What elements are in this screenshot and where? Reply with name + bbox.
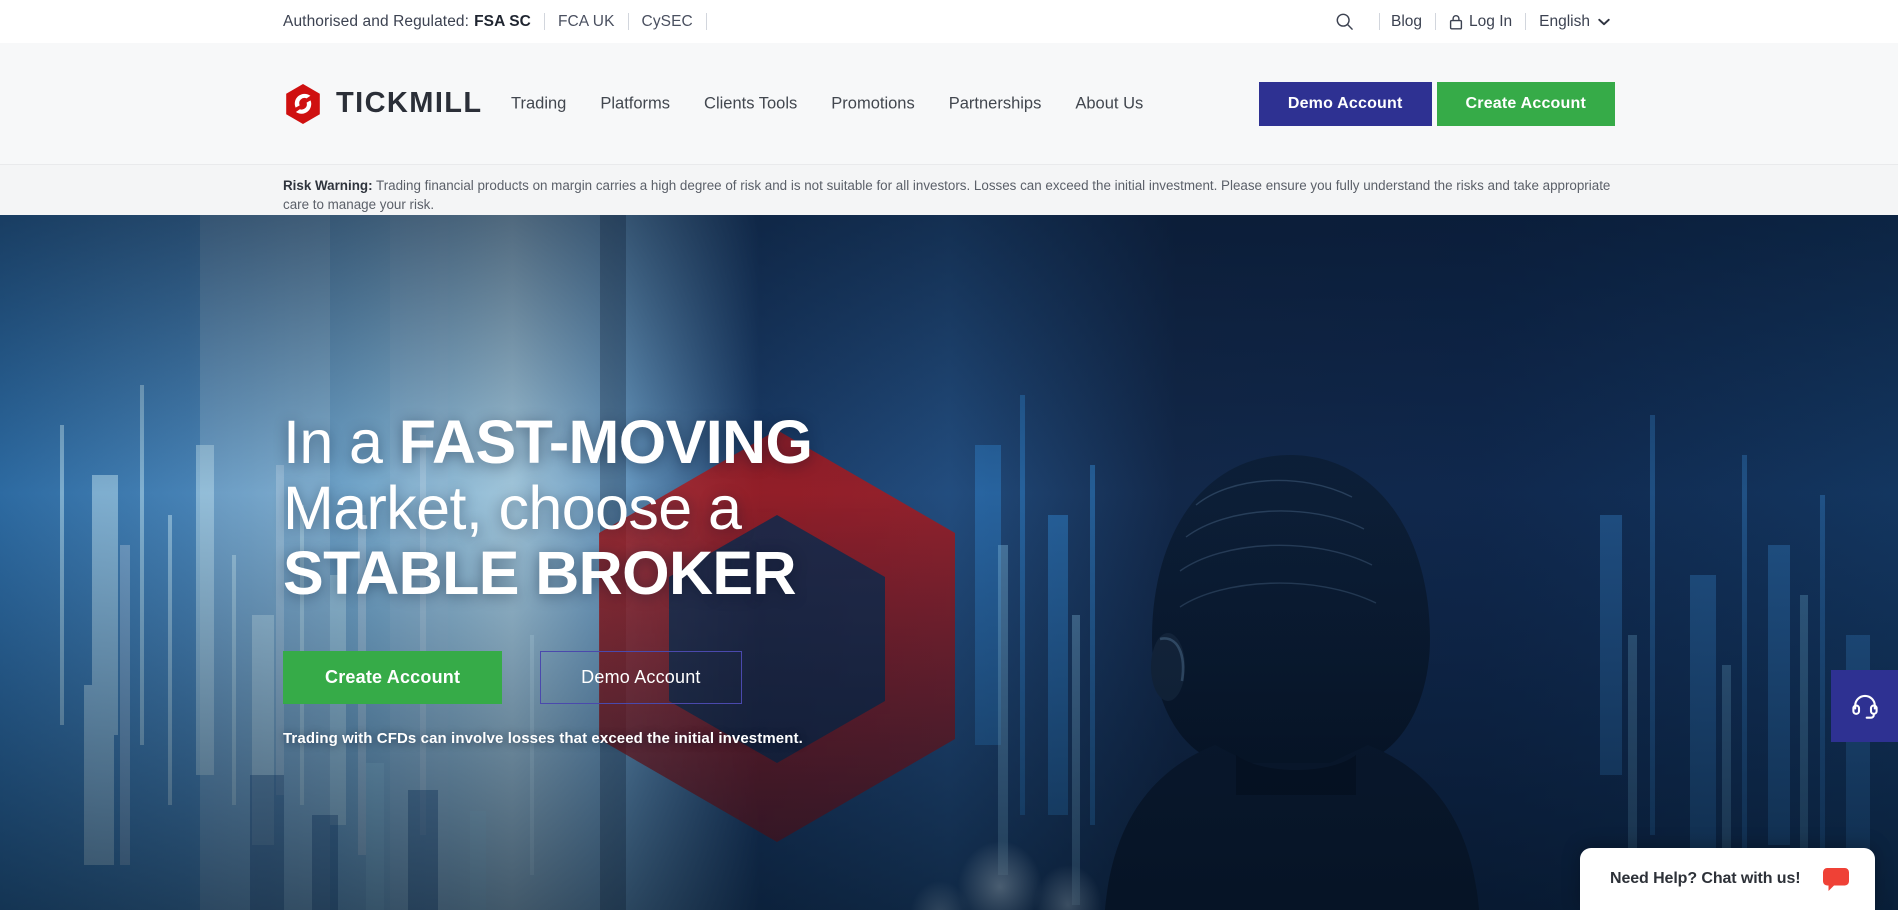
nav-item-platforms[interactable]: Platforms <box>583 86 687 121</box>
tickmill-logo[interactable]: TICKMILL <box>283 83 483 125</box>
chat-widget[interactable]: Need Help? Chat with us! <box>1580 848 1875 910</box>
hero-create-account-button[interactable]: Create Account <box>283 650 503 704</box>
login-button[interactable]: Log In <box>1449 13 1512 31</box>
regulator-primary: FSA SC <box>474 12 531 30</box>
nav-item-about-us[interactable]: About Us <box>1058 86 1160 121</box>
risk-warning-title: Risk Warning: <box>283 178 373 193</box>
chat-bubble-icon <box>1822 866 1850 892</box>
regulation-info: Authorised and Regulated: FSA SC FCA UK … <box>283 0 720 43</box>
support-tab-button[interactable] <box>1831 670 1898 742</box>
chat-widget-label: Need Help? Chat with us! <box>1610 870 1801 887</box>
separator <box>705 13 707 30</box>
hero-section: In a FAST-MOVING Market, choose a STABLE… <box>0 215 1898 910</box>
hero-content: In a FAST-MOVING Market, choose a STABLE… <box>283 408 813 747</box>
top-utility-bar: Authorised and Regulated: FSA SC FCA UK … <box>0 0 1898 43</box>
hero-headline-line-3: STABLE BROKER <box>283 539 797 608</box>
hero-headline-line-2: Market, choose a <box>283 473 742 542</box>
search-icon[interactable] <box>1335 12 1354 31</box>
hero-headline-line-1: In a FAST-MOVING <box>283 408 813 476</box>
hero-headline: In a FAST-MOVING Market, choose a STABLE… <box>283 408 813 608</box>
separator <box>1379 13 1381 30</box>
hero-headline-part-light-1: In a <box>283 408 399 476</box>
top-utility-actions: Blog Log In English <box>1335 0 1610 43</box>
regulator-cysec: CySEC <box>641 12 693 30</box>
separator <box>627 13 629 30</box>
header-demo-account-button[interactable]: Demo Account <box>1258 81 1432 126</box>
page-root: Authorised and Regulated: FSA SC FCA UK … <box>0 0 1898 910</box>
tickmill-hexagon-logo-icon <box>283 83 323 125</box>
regulation-label: Authorised and Regulated: <box>283 12 470 30</box>
lock-icon <box>1449 14 1463 30</box>
separator <box>1435 13 1437 30</box>
header-actions: Demo Account Create Account <box>1258 81 1615 126</box>
nav-item-partnerships[interactable]: Partnerships <box>932 86 1059 121</box>
hero-headline-part-bold-1: FAST-MOVING <box>398 408 813 476</box>
header-create-account-button[interactable]: Create Account <box>1436 81 1615 126</box>
risk-warning-body: Trading financial products on margin car… <box>283 178 1611 212</box>
chevron-down-icon <box>1598 18 1610 26</box>
main-navigation-bar: TICKMILL Trading Platforms Clients Tools… <box>0 43 1898 165</box>
hero-disclaimer: Trading with CFDs can involve losses tha… <box>283 729 803 747</box>
nav-item-trading[interactable]: Trading <box>494 86 583 121</box>
risk-warning-bar: Risk Warning: Trading financial products… <box>0 165 1898 215</box>
language-label: English <box>1539 12 1590 30</box>
hero-demo-account-button[interactable]: Demo Account <box>540 650 742 704</box>
logo-wordmark: TICKMILL <box>336 87 483 119</box>
separator <box>1525 13 1527 30</box>
nav-item-clients-tools[interactable]: Clients Tools <box>687 86 814 121</box>
language-selector[interactable]: English <box>1539 13 1610 31</box>
separator <box>543 13 545 30</box>
hero-cta-group: Create Account Demo Account <box>283 650 812 704</box>
risk-warning-text: Risk Warning: Trading financial products… <box>283 177 1623 214</box>
nav-item-promotions[interactable]: Promotions <box>814 86 931 121</box>
blog-link[interactable]: Blog <box>1391 13 1422 31</box>
headset-icon <box>1850 691 1880 721</box>
regulator-fca-uk: FCA UK <box>557 12 615 30</box>
nav-links: Trading Platforms Clients Tools Promotio… <box>494 86 1160 121</box>
login-label: Log In <box>1469 12 1513 30</box>
